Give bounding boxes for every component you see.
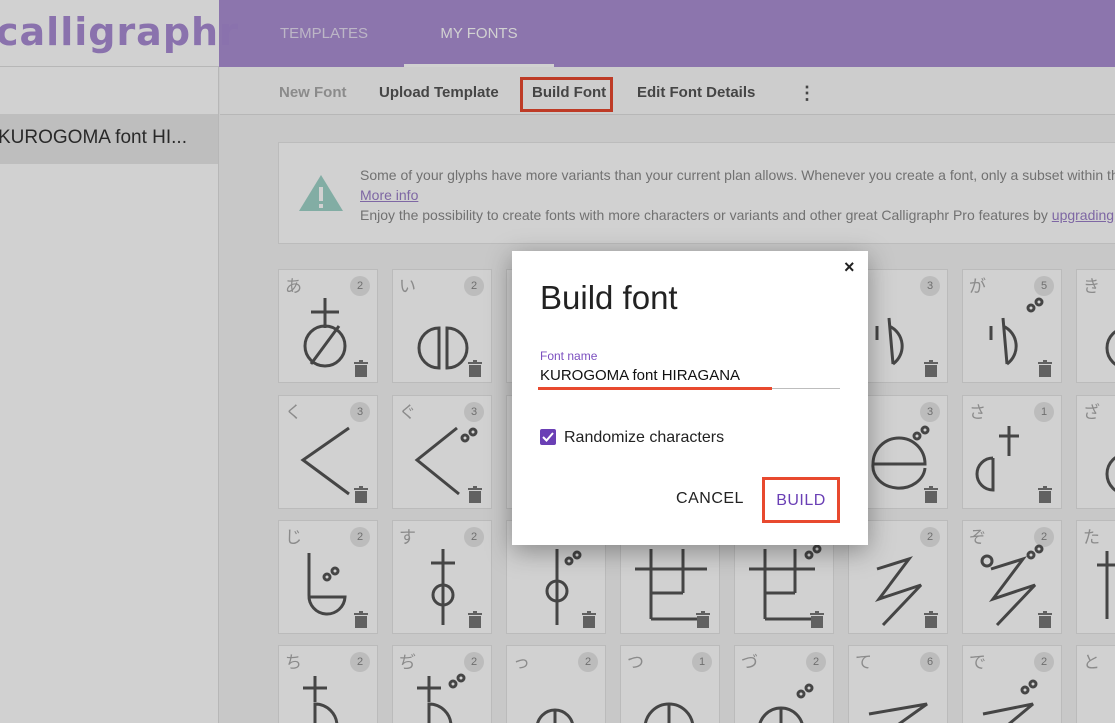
font-name-input[interactable] — [538, 363, 840, 389]
build-font-dialog: × Build font Font name Randomize charact… — [512, 251, 868, 545]
font-name-highlight — [538, 387, 772, 390]
dialog-title: Build font — [540, 279, 678, 316]
check-icon — [542, 432, 554, 442]
randomize-label[interactable]: Randomize characters — [564, 429, 724, 447]
font-name-label: Font name — [540, 349, 598, 363]
close-icon[interactable]: × — [844, 257, 855, 278]
cancel-button[interactable]: CANCEL — [662, 484, 758, 514]
build-button[interactable]: BUILD — [762, 477, 840, 523]
randomize-checkbox[interactable] — [540, 429, 556, 445]
